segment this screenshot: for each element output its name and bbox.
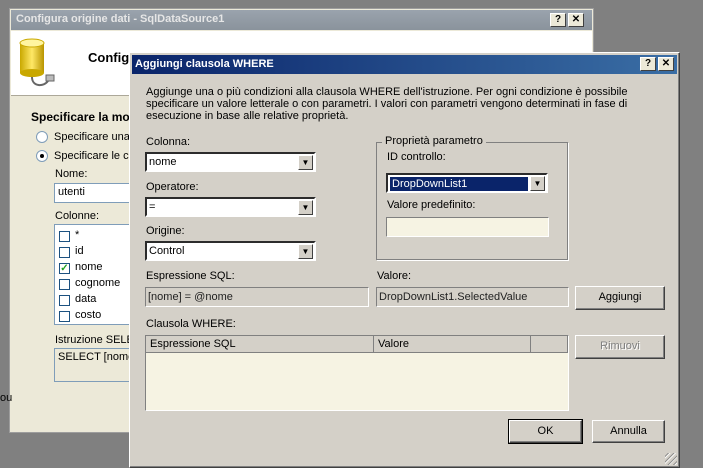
add-button[interactable]: Aggiungi — [575, 286, 665, 310]
background-heading: Specificare la mo — [31, 110, 130, 124]
name-field[interactable]: utenti — [54, 183, 132, 203]
background-close-button[interactable]: ✕ — [568, 13, 584, 27]
remove-button[interactable]: Rimuovi — [575, 335, 665, 359]
source-label: Origine: — [146, 225, 185, 237]
operator-label: Operatore: — [146, 181, 199, 193]
chevron-down-icon[interactable]: ▼ — [298, 244, 313, 259]
background-window-title: Configura origine dati - SqlDataSource1 — [16, 13, 225, 25]
resize-grip-icon[interactable] — [665, 453, 677, 465]
statement-field[interactable]: SELECT [nome — [54, 348, 132, 382]
operator-combobox-value: = — [149, 201, 156, 213]
grid-header-sql-expression[interactable]: Espressione SQL — [146, 336, 374, 353]
radio-specify-custom[interactable] — [36, 131, 48, 143]
control-id-label: ID controllo: — [387, 151, 446, 163]
column-label: nome — [75, 261, 103, 273]
background-title-bar: Configura origine dati - SqlDataSource1 — [11, 10, 592, 30]
cancel-button[interactable]: Annulla — [592, 420, 665, 443]
column-checkbox[interactable] — [59, 279, 70, 290]
radio-label-columns: Specificare le co — [54, 150, 135, 162]
help-button[interactable]: ? — [640, 57, 656, 71]
ok-button[interactable]: OK — [508, 419, 583, 444]
parameter-properties-title: Proprietà parametro — [382, 135, 486, 147]
column-label: * — [75, 229, 80, 241]
columns-listbox[interactable]: * id ✓ nome cognome data costo — [54, 224, 132, 325]
chevron-down-icon[interactable]: ▼ — [298, 200, 313, 215]
background-help-button[interactable]: ? — [550, 13, 566, 27]
value-field: DropDownList1.SelectedValue — [376, 287, 569, 307]
column-checkbox[interactable] — [59, 231, 70, 242]
column-label: id — [75, 245, 84, 257]
default-value-input[interactable] — [386, 217, 549, 237]
source-combobox-value: Control — [149, 245, 185, 257]
column-checkbox[interactable] — [59, 295, 70, 306]
column-checkbox[interactable] — [59, 247, 70, 258]
column-label: Colonna: — [146, 136, 191, 148]
chevron-down-icon[interactable]: ▼ — [530, 176, 545, 191]
columns-label: Colonne: — [55, 210, 100, 222]
column-checkbox[interactable] — [59, 311, 70, 322]
where-clause-label: Clausola WHERE: — [146, 318, 236, 330]
chevron-down-icon[interactable]: ▼ — [298, 155, 313, 170]
control-id-combobox[interactable]: DropDownList1 ▼ — [386, 173, 548, 193]
column-combobox-value: nome — [149, 156, 177, 168]
grid-header-value[interactable]: Valore — [374, 336, 531, 353]
sql-expression-label: Espressione SQL: — [146, 270, 235, 282]
dialog-title: Aggiungi clausola WHERE — [135, 58, 274, 70]
left-edge-text: ou — [0, 392, 13, 404]
close-button[interactable]: ✕ — [658, 57, 674, 71]
grid-header-filler — [531, 336, 568, 353]
radio-specify-columns[interactable] — [36, 150, 48, 162]
database-icon — [19, 38, 55, 87]
radio-label-custom: Specificare una — [54, 131, 130, 143]
where-clause-grid[interactable]: Espressione SQL Valore — [145, 335, 569, 411]
value-label: Valore: — [377, 270, 412, 282]
statement-label: Istruzione SELE — [55, 334, 134, 346]
column-label: costo — [75, 309, 102, 321]
add-where-clause-dialog: Aggiungi clausola WHERE ? ✕ Aggiunge una… — [129, 52, 680, 468]
operator-combobox[interactable]: = ▼ — [145, 197, 316, 217]
control-id-combobox-value: DropDownList1 — [390, 177, 528, 191]
column-checkbox-checked[interactable]: ✓ — [59, 263, 70, 274]
column-combobox[interactable]: nome ▼ — [145, 152, 316, 172]
name-label: Nome: — [55, 168, 88, 180]
dialog-title-bar: Aggiungi clausola WHERE — [132, 55, 677, 74]
dialog-description: Aggiunge una o più condizioni alla claus… — [146, 86, 628, 122]
column-label: cognome — [75, 277, 121, 289]
source-combobox[interactable]: Control ▼ — [145, 241, 316, 261]
default-value-label: Valore predefinito: — [387, 199, 476, 211]
column-label: data — [75, 293, 97, 305]
sql-expression-field: [nome] = @nome — [145, 287, 369, 307]
